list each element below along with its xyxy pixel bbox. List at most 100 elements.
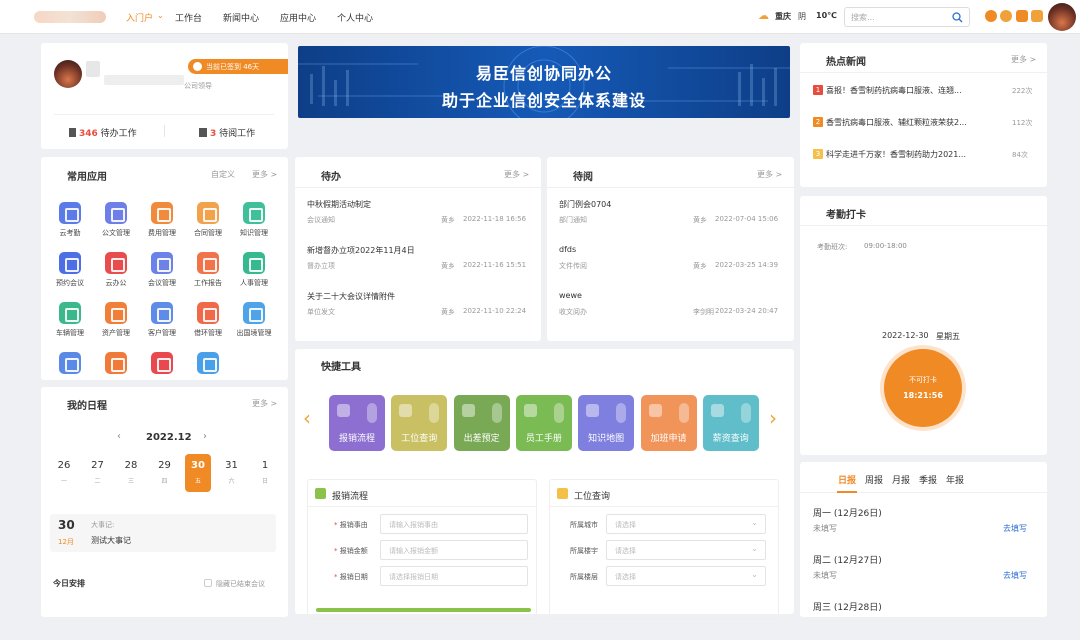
item-time: 2022-11-16 15:51 <box>463 261 527 269</box>
calendar-day[interactable]: 26 一 <box>51 454 77 492</box>
report-tab[interactable]: 年报 <box>946 473 964 486</box>
app-item[interactable]: 会议管理 <box>140 252 184 288</box>
toggle-icon <box>429 403 440 423</box>
report-tab[interactable]: 周报 <box>865 473 883 486</box>
shift-label: 考勤班次: <box>817 243 848 251</box>
report-tab[interactable]: 日报 <box>838 473 856 486</box>
calendar-day[interactable]: 29 四 <box>152 454 178 492</box>
app-item[interactable] <box>94 352 138 374</box>
event-box[interactable]: 30 12月 大事记: 测试大事记 <box>50 514 276 552</box>
app-item[interactable]: 人事管理 <box>232 252 276 288</box>
app-item[interactable]: 合同管理 <box>186 202 230 238</box>
app-item[interactable]: 费用管理 <box>140 202 184 238</box>
item-user: 黄乡 <box>441 216 455 224</box>
fill-in-link[interactable]: 去填写 <box>1003 570 1027 581</box>
org-icon[interactable] <box>1016 10 1028 22</box>
app-item[interactable]: 知识管理 <box>232 202 276 238</box>
todo-count-link[interactable]: 346 待办工作 <box>69 126 137 139</box>
next-month-icon[interactable]: › <box>203 431 207 442</box>
toggle-icon <box>678 403 689 423</box>
app-item[interactable]: 借环管理 <box>186 302 230 338</box>
app-item[interactable]: 工作报告 <box>186 252 230 288</box>
form-field[interactable]: 请选择 ⌄ <box>606 514 766 534</box>
app-item[interactable]: 预约会议 <box>48 252 92 288</box>
app-item[interactable]: 客户管理 <box>140 302 184 338</box>
calendar-day[interactable]: 28 三 <box>118 454 144 492</box>
calendar-day[interactable]: 31 六 <box>219 454 245 492</box>
prev-arrow-icon[interactable]: ‹ <box>303 406 311 430</box>
report-item[interactable]: 周二 (12月27日) 未填写 去填写 <box>800 553 1047 593</box>
list-item[interactable]: 关于二十大会议详情附件 单位发文 黄乡 2022-11-10 22:24 <box>295 289 541 329</box>
app-item[interactable] <box>48 352 92 374</box>
news-item[interactable]: 1 喜报！香雪制药抗病毒口服液、连翘... 222次 <box>800 84 1047 100</box>
item-user: 黄乡 <box>441 262 455 270</box>
day-number: 28 <box>124 460 138 471</box>
search-input[interactable]: 搜索... <box>844 7 970 27</box>
app-item[interactable]: 出国境管理 <box>232 302 276 338</box>
form-field[interactable]: 请选择 ⌄ <box>606 540 766 560</box>
report-item[interactable]: 周一 (12月26日) 未填写 去填写 <box>800 506 1047 546</box>
app-item[interactable]: 车辆管理 <box>48 302 92 338</box>
app-item[interactable]: 公文管理 <box>94 202 138 238</box>
report-item[interactable]: 周三 (12月28日) <box>800 600 1047 640</box>
todo-more-link[interactable]: 更多 > <box>504 169 529 180</box>
form-field[interactable]: 请选择报销日期 <box>380 566 528 586</box>
item-time: 2022-03-25 14:39 <box>715 261 779 269</box>
apps-more-link[interactable]: 更多 > <box>252 169 277 180</box>
attendance-card: 考勤打卡 考勤班次: 09:00-18:00 2022-12-30 星期五 不可… <box>800 196 1047 455</box>
quick-tool[interactable]: 报销流程 <box>329 395 385 451</box>
quick-tool[interactable]: 薪资查询 <box>702 395 759 451</box>
hide-ended-checkbox[interactable] <box>204 579 212 587</box>
calendar-day[interactable]: 1日 <box>252 454 278 492</box>
news-more-link[interactable]: 更多 > <box>1011 54 1036 65</box>
report-tab[interactable]: 月报 <box>892 473 910 486</box>
settings-icon[interactable] <box>985 10 997 22</box>
search-icon[interactable] <box>952 12 963 23</box>
calendar-day[interactable]: 27 二 <box>85 454 111 492</box>
list-item[interactable]: 部门例会0704 部门通知 黄乡 2022-07-04 15:06 <box>547 197 793 237</box>
schedule-more-link[interactable]: 更多 > <box>252 398 277 409</box>
chevron-down-icon[interactable]: ⌄ <box>157 11 164 20</box>
toread-more-link[interactable]: 更多 > <box>757 169 782 180</box>
news-item[interactable]: 3 科学走进千万家！香雪制药助力2021... 84次 <box>800 148 1047 164</box>
quick-tool[interactable]: 加班申请 <box>640 395 697 451</box>
user-avatar[interactable] <box>1048 3 1076 31</box>
nav-portal[interactable]: 入门户 <box>126 11 153 24</box>
nav-app-center[interactable]: 应用中心 <box>280 11 316 24</box>
form-field[interactable]: 请选择 ⌄ <box>606 566 766 586</box>
quick-tool[interactable]: 知识地图 <box>578 395 635 451</box>
clock-in-button[interactable]: 不可打卡 18:21:56 <box>884 349 962 427</box>
app-item[interactable] <box>186 352 230 374</box>
nav-personal-center[interactable]: 个人中心 <box>337 11 373 24</box>
app-item[interactable]: 云考勤 <box>48 202 92 238</box>
apps-customize-link[interactable]: 自定义 <box>211 169 235 180</box>
quick-tool[interactable]: 出差预定 <box>453 395 510 451</box>
read-count-link[interactable]: 3 待阅工作 <box>199 126 255 139</box>
report-tab[interactable]: 季报 <box>919 473 937 486</box>
list-item[interactable]: 新增督办立项2022年11月4日 督办立项 黄乡 2022-11-16 15:51 <box>295 243 541 283</box>
app-item[interactable]: 资产管理 <box>94 302 138 338</box>
app-item[interactable] <box>140 352 184 374</box>
form-field[interactable]: 请输入报销金额 <box>380 540 528 560</box>
submit-bar[interactable] <box>316 608 531 612</box>
shirt-icon[interactable] <box>1031 10 1043 22</box>
prev-month-icon[interactable]: ‹ <box>117 431 121 442</box>
dept-blur <box>104 75 184 85</box>
event-month: 12月 <box>58 538 74 546</box>
form-field[interactable]: 请输入报销事由 <box>380 514 528 534</box>
fill-in-link[interactable]: 去填写 <box>1003 523 1027 534</box>
news-item[interactable]: 2 香雪抗病毒口服液、辅红颗粒液荣获2... 112次 <box>800 116 1047 132</box>
banner[interactable]: 易臣信创协同办公 助于企业信创安全体系建设 <box>298 46 790 118</box>
nav-workbench[interactable]: 工作台 <box>175 11 202 24</box>
quick-tool[interactable]: 工位查询 <box>391 395 448 451</box>
divider <box>800 225 1047 226</box>
next-arrow-icon[interactable]: › <box>769 406 777 430</box>
list-item[interactable]: wewe 收文阅办 李剑明 2022-03-24 20:47 <box>547 289 793 329</box>
calendar-day[interactable]: 30 五 <box>185 454 211 492</box>
app-item[interactable]: 云办公 <box>94 252 138 288</box>
theme-icon[interactable] <box>1000 10 1012 22</box>
quick-tool[interactable]: 员工手册 <box>515 395 572 451</box>
list-item[interactable]: 中秋假期活动制定 会议通知 黄乡 2022-11-18 16:56 <box>295 197 541 237</box>
nav-news-center[interactable]: 新闻中心 <box>223 11 259 24</box>
list-item[interactable]: dfds 文件传阅 黄乡 2022-03-25 14:39 <box>547 243 793 283</box>
